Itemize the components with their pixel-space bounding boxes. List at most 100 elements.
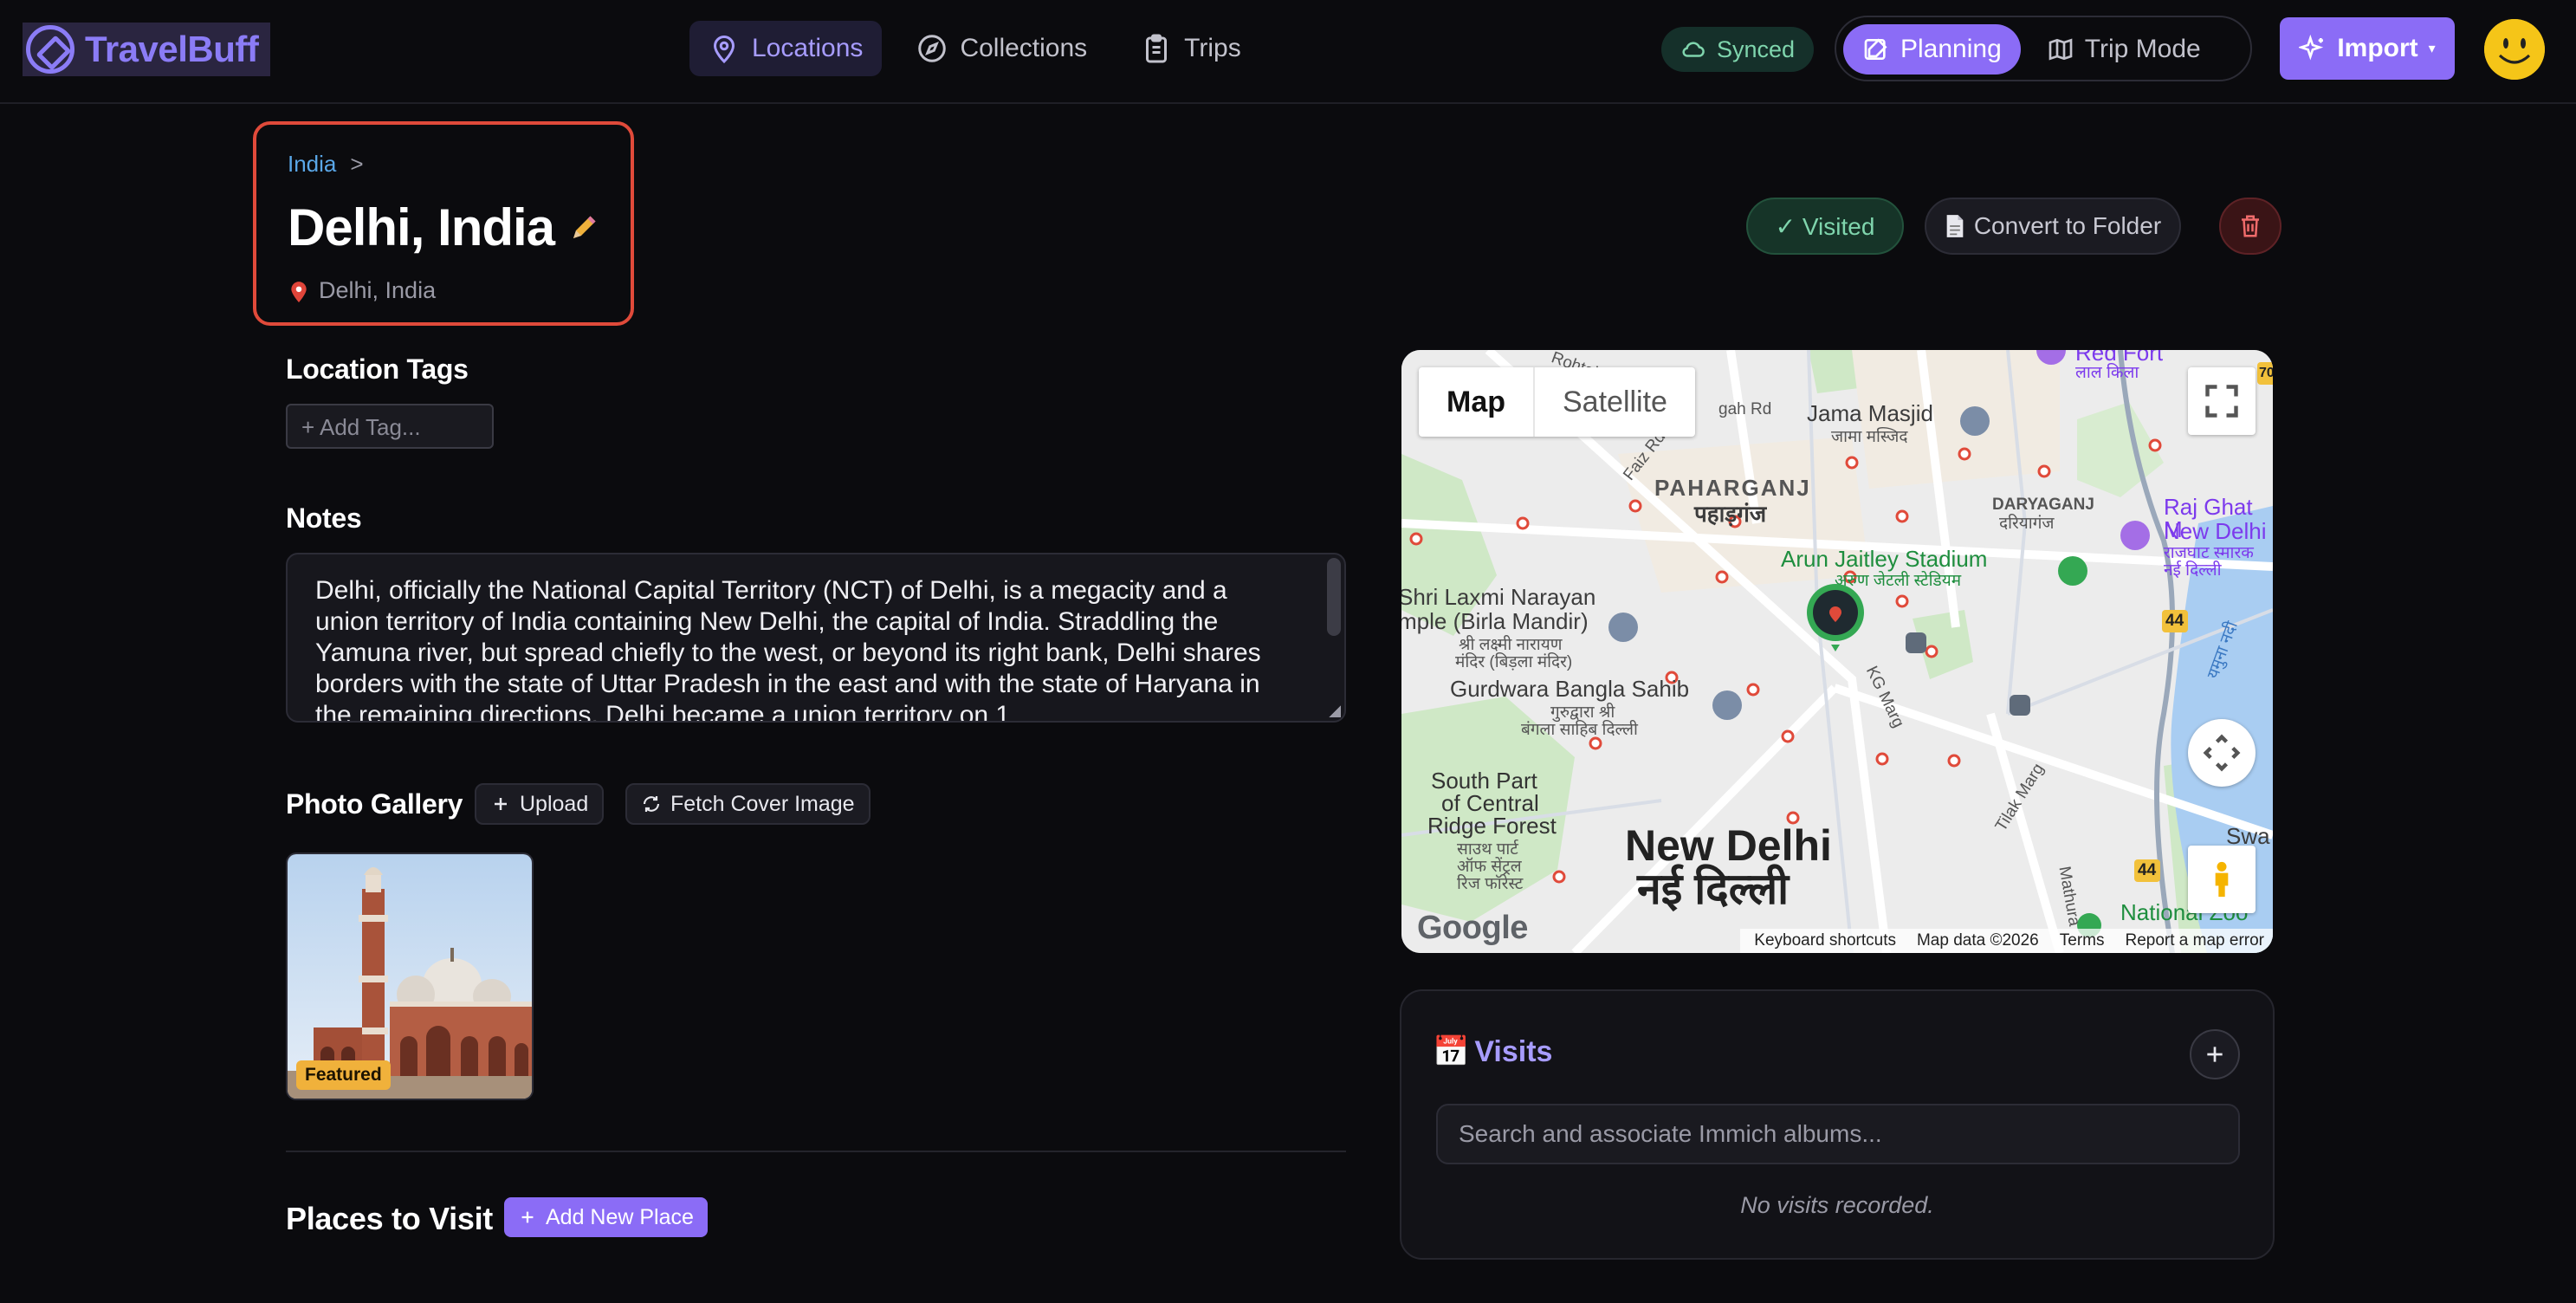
document-icon — [1946, 215, 1964, 237]
upload-label: Upload — [520, 791, 589, 816]
pegman-icon — [2215, 861, 2229, 898]
highway-shield-70: 70 — [2259, 366, 2273, 380]
report-map-error-link[interactable]: Report a map error — [2125, 931, 2264, 950]
plus-icon — [2207, 1047, 2223, 1062]
map-label-raj-ghat-hi-2: नई दिल्ली — [2164, 561, 2222, 580]
app-logo[interactable]: TravelBuff — [23, 23, 270, 76]
map-label-laxmi-narayan-hi: श्री लक्ष्मी नारायण — [1459, 636, 1563, 654]
highway-shield-44-south: 44 — [2138, 861, 2157, 879]
planning-mode-label: Planning — [1900, 35, 2002, 63]
delete-button[interactable] — [2219, 198, 2282, 255]
add-new-place-label: Add New Place — [546, 1204, 694, 1229]
map-label-new-delhi: New Delhi — [1625, 821, 1832, 870]
nav-tab-trips[interactable]: Trips — [1122, 21, 1260, 76]
notes-text: Delhi, officially the National Capital T… — [315, 576, 1261, 723]
location-header: India > Delhi, India Delhi, India — [253, 121, 634, 326]
add-visit-button[interactable] — [2190, 1029, 2240, 1079]
map-label-laxmi-narayan: Shri Laxmi Narayan — [1401, 584, 1596, 610]
google-logo: Google — [1417, 910, 1528, 946]
fullscreen-icon — [2205, 385, 2238, 418]
map-label-south-ridge: South Part — [1431, 768, 1537, 794]
map-pin-icon — [291, 281, 307, 302]
map-label-jama-masjid-hi: जामा मस्जिद — [1831, 428, 1908, 446]
plus-icon — [521, 1211, 534, 1223]
map-label-daryaganj-hi: दरियागंज — [1999, 515, 2055, 533]
location-map[interactable]: Rohtak gah Rd Faiz Rd Jama Masjid जामा म… — [1401, 350, 2273, 953]
import-label: Import — [2337, 34, 2418, 62]
keyboard-shortcuts-link[interactable]: Keyboard shortcuts — [1754, 931, 1896, 950]
map-label-arun-jaitley-stadium: Arun Jaitley Stadium — [1781, 546, 1988, 572]
map-label-south-ridge-hi-2: ऑफ सेंट्रल — [1457, 858, 1522, 876]
map-label-south-ridge-3: Ridge Forest — [1427, 813, 1557, 839]
fetch-cover-image-button[interactable]: Fetch Cover Image — [625, 783, 871, 825]
upload-button[interactable]: Upload — [475, 783, 605, 825]
nav-tab-locations[interactable]: Locations — [689, 21, 883, 76]
map-icon — [2049, 38, 2073, 61]
map-label-red-fort-hi: लाल किला — [2075, 364, 2139, 382]
trash-icon — [2242, 215, 2259, 237]
fetch-cover-image-label: Fetch Cover Image — [670, 791, 855, 816]
map-label-raj-ghat-2: New Delhi — [2164, 518, 2267, 544]
mode-switch: Planning Trip Mode — [1835, 16, 2252, 81]
map-pin-icon — [713, 36, 735, 64]
location-subtitle: Delhi, India — [289, 277, 436, 304]
compass-logo-icon — [26, 25, 74, 74]
import-button[interactable]: Import ▾ — [2280, 17, 2455, 80]
street-view-pegman[interactable] — [2188, 846, 2256, 913]
convert-to-folder-button[interactable]: Convert to Folder — [1925, 198, 2181, 255]
sync-status-label: Synced — [1717, 36, 1796, 62]
plus-icon — [495, 798, 507, 810]
map-type-control: Map Satellite — [1419, 367, 1695, 437]
main-nav: Locations Collections Trips — [689, 21, 1260, 76]
smiley-avatar-icon — [2484, 19, 2545, 80]
user-avatar[interactable] — [2484, 19, 2545, 80]
map-label-birla-mandir: mple (Birla Mandir) — [1401, 608, 1589, 634]
sparkles-icon — [2299, 35, 2324, 61]
trip-mode-button[interactable]: Trip Mode — [2028, 24, 2220, 75]
map-data-attribution: Map data ©2026 — [1916, 931, 2039, 950]
chevron-down-icon: ▾ — [2428, 42, 2436, 56]
map-label-gurdwara: Gurdwara Bangla Sahib — [1450, 676, 1690, 702]
map-label-idgah: gah Rd — [1718, 400, 1772, 418]
map-label-raj-ghat-hi: राजघाट स्मारक — [2164, 544, 2254, 562]
visited-button[interactable]: ✓ Visited — [1746, 198, 1904, 255]
pencil-icon[interactable] — [568, 212, 599, 243]
places-to-visit-heading: Places to Visit — [286, 1201, 493, 1236]
page-title: Delhi, India — [288, 198, 599, 257]
cloud-icon — [1682, 42, 1705, 57]
nav-tab-label: Locations — [752, 34, 864, 62]
location-tags-heading: Location Tags — [286, 353, 469, 385]
breadcrumb-link-parent[interactable]: India — [288, 151, 336, 178]
map-type-satellite-button[interactable]: Satellite — [1535, 367, 1695, 437]
add-new-place-button[interactable]: Add New Place — [504, 1197, 708, 1237]
sync-status-badge: Synced — [1661, 27, 1815, 72]
map-label-paharganj-hi: पहाड़गंज — [1694, 501, 1767, 527]
convert-to-folder-label: Convert to Folder — [1973, 212, 2162, 239]
fullscreen-button[interactable] — [2188, 367, 2256, 435]
photo-gallery-heading: Photo Gallery — [286, 788, 463, 820]
notes-scrollbar[interactable] — [1327, 558, 1341, 636]
notes-heading: Notes — [286, 502, 362, 534]
nav-tab-label: Collections — [960, 34, 1088, 62]
gallery-photo[interactable]: Featured — [286, 852, 534, 1100]
empty-visits-text: No visits recorded. — [1740, 1192, 1934, 1218]
notes-textarea[interactable]: Delhi, officially the National Capital T… — [286, 553, 1346, 723]
nav-tab-collections[interactable]: Collections — [897, 21, 1106, 76]
add-tag-input[interactable]: + Add Tag... — [286, 404, 494, 449]
terms-link[interactable]: Terms — [2060, 931, 2105, 950]
highway-shield-44: 44 — [2165, 612, 2184, 630]
resize-handle[interactable] — [1329, 705, 1341, 717]
map-label-south-ridge-2: of Central — [1441, 790, 1539, 816]
refresh-icon — [643, 796, 660, 812]
map-type-map-button[interactable]: Map — [1419, 367, 1535, 437]
map-label-south-ridge-hi: साउथ पार्ट — [1457, 840, 1518, 859]
map-label-gurdwara-hi-2: बंगला साहिब दिल्ली — [1521, 721, 1638, 739]
map-label-south-ridge-hi-3: रिज फॉरेस्ट — [1457, 875, 1524, 893]
map-label-gurdwara-hi: गुरुद्वारा श्री — [1550, 703, 1615, 722]
pan-arrows-icon — [2203, 734, 2241, 772]
map-label-jama-masjid: Jama Masjid — [1807, 400, 1933, 426]
planning-mode-button[interactable]: Planning — [1843, 24, 2021, 75]
map-attribution: Keyboard shortcuts Map data ©2026 Terms … — [1740, 929, 2273, 953]
map-pan-control[interactable] — [2188, 719, 2256, 787]
immich-album-search-input[interactable]: Search and associate Immich albums... — [1436, 1104, 2240, 1164]
